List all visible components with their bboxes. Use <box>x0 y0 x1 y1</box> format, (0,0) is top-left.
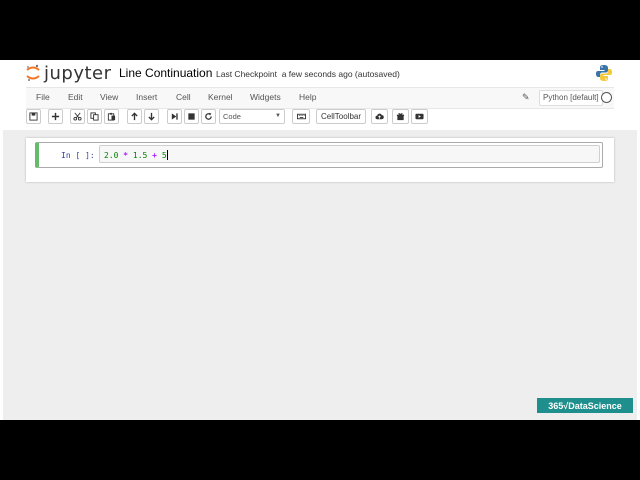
watermark-logo: 365√DataScience <box>537 398 633 413</box>
cloud-upload-icon <box>375 113 384 120</box>
cut-button[interactable] <box>70 109 85 124</box>
code-input[interactable]: 2.0 * 1.5 + 5 <box>99 145 600 163</box>
text-cursor <box>166 150 168 160</box>
code-cell[interactable]: In [ ]: 2.0 * 1.5 + 5 <box>35 142 603 168</box>
clipboard-icon <box>107 112 116 121</box>
kernel-idle-indicator-icon <box>601 92 612 103</box>
code-token-number: 1.5 <box>132 151 148 160</box>
copy-icon <box>90 112 99 121</box>
notebook-area: In [ ]: 2.0 * 1.5 + 5 <box>3 130 637 420</box>
upload-button[interactable] <box>371 109 388 124</box>
menu-kernel[interactable]: Kernel <box>208 92 233 102</box>
chevron-down-icon: ▼ <box>275 113 281 119</box>
input-prompt: In [ ]: <box>61 151 95 160</box>
arrow-down-icon <box>148 112 155 121</box>
menu-cell[interactable]: Cell <box>176 92 191 102</box>
save-button[interactable] <box>26 109 41 124</box>
stop-icon <box>188 113 195 120</box>
floppy-disk-icon <box>29 112 38 121</box>
menu-view[interactable]: View <box>100 92 118 102</box>
move-cell-down-button[interactable] <box>144 109 159 124</box>
scissors-icon <box>73 112 82 121</box>
keyboard-icon <box>296 113 306 120</box>
run-cell-button[interactable] <box>167 109 182 124</box>
menu-widgets[interactable]: Widgets <box>250 92 281 102</box>
cell-type-select[interactable]: Code ▼ <box>219 109 285 124</box>
kernel-name[interactable]: Python [default] <box>539 90 603 106</box>
insert-cell-below-button[interactable] <box>48 109 63 124</box>
present-button[interactable] <box>392 109 409 124</box>
toolbar: Code ▼ CellToolbar <box>26 109 614 127</box>
copy-button[interactable] <box>87 109 102 124</box>
code-token-number: 2.0 <box>104 151 119 160</box>
code-token-operator: + <box>147 151 162 160</box>
notebook-title[interactable]: Line Continuation <box>119 66 212 80</box>
menu-edit[interactable]: Edit <box>68 92 83 102</box>
menubar: File Edit View Insert Cell Kernel Widget… <box>26 87 614 109</box>
move-cell-up-button[interactable] <box>127 109 142 124</box>
cell-type-value: Code <box>223 112 241 121</box>
menu-file[interactable]: File <box>36 92 50 102</box>
jupyter-logo-icon <box>26 64 40 82</box>
code-line: 2.0 * 1.5 + 5 <box>104 150 168 160</box>
command-palette-button[interactable] <box>292 109 310 124</box>
slideshow-button[interactable] <box>411 109 428 124</box>
paste-button[interactable] <box>104 109 119 124</box>
menu-insert[interactable]: Insert <box>136 92 157 102</box>
menu-help[interactable]: Help <box>299 92 316 102</box>
python-logo-icon <box>595 64 613 82</box>
video-play-icon <box>415 113 424 120</box>
header: jupyter Line Continuation Last Checkpoin… <box>0 60 640 86</box>
restart-kernel-button[interactable] <box>201 109 216 124</box>
interrupt-kernel-button[interactable] <box>184 109 199 124</box>
refresh-icon <box>205 112 212 120</box>
jupyter-logo[interactable]: jupyter <box>26 62 112 84</box>
notebook-container: In [ ]: 2.0 * 1.5 + 5 <box>26 138 614 182</box>
plus-icon <box>51 112 60 121</box>
celltoolbar-button[interactable]: CellToolbar <box>316 109 366 124</box>
checkpoint-label: Last Checkpoint <box>216 69 277 79</box>
jupyter-window: jupyter Line Continuation Last Checkpoin… <box>0 60 640 420</box>
step-forward-icon <box>171 113 178 120</box>
code-token-operator: * <box>118 151 133 160</box>
checkpoint-status: Last Checkpoint a few seconds ago (autos… <box>216 69 400 79</box>
jupyter-logo-text: jupyter <box>44 62 112 84</box>
checkpoint-time: a few seconds ago (autosaved) <box>281 69 400 79</box>
arrow-up-icon <box>131 112 138 121</box>
edit-mode-pencil-icon: ✎ <box>522 92 530 102</box>
gift-icon <box>396 113 405 121</box>
